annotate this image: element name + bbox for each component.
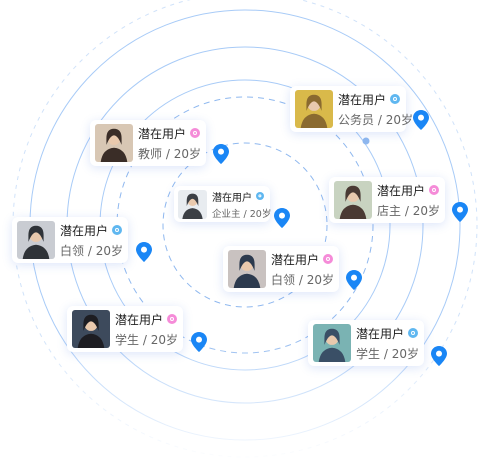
avatar [313, 324, 351, 362]
location-pin-icon[interactable] [213, 144, 229, 164]
user-meta: 店主 / 20岁 [377, 202, 440, 219]
avatar [334, 181, 372, 219]
location-pin-icon[interactable] [452, 202, 468, 222]
separator: / [139, 332, 151, 347]
orbit-dot [362, 137, 370, 145]
user-age: 20岁 [306, 272, 334, 287]
user-meta: 学生 / 20岁 [115, 331, 178, 348]
male-badge-icon [390, 94, 401, 104]
user-age: 20岁 [391, 346, 419, 361]
avatar [17, 221, 55, 259]
female-badge-icon [190, 128, 201, 138]
separator: / [162, 146, 174, 161]
separator: / [295, 272, 307, 287]
user-card[interactable]: 潜在用户教师 / 20岁 [90, 120, 206, 166]
user-age: 20岁 [385, 112, 413, 127]
user-card[interactable]: 潜在用户学生 / 20岁 [308, 320, 424, 366]
separator: / [380, 346, 392, 361]
user-role: 学生 [115, 332, 140, 347]
user-name: 潜在用户 [115, 312, 164, 327]
location-pin-icon[interactable] [413, 110, 429, 130]
location-pin-icon[interactable] [136, 242, 152, 262]
user-age: 20岁 [95, 243, 123, 258]
user-role: 公务员 [338, 112, 375, 127]
female-badge-icon [429, 185, 440, 195]
location-pin-icon[interactable] [274, 208, 290, 228]
male-badge-icon [408, 328, 419, 338]
user-name: 潜在用户 [356, 326, 405, 341]
location-pin-icon[interactable] [191, 332, 207, 352]
user-card[interactable]: 潜在用户白领 / 20岁 [223, 246, 339, 292]
user-card[interactable]: 潜在用户白领 / 20岁 [12, 217, 128, 263]
female-badge-icon [167, 314, 178, 324]
location-pin-icon[interactable] [431, 346, 447, 366]
user-card[interactable]: 潜在用户店主 / 20岁 [329, 177, 445, 223]
user-role: 企业主 [212, 208, 241, 220]
user-name: 潜在用户 [138, 126, 187, 141]
user-role: 学生 [356, 346, 381, 361]
separator: / [401, 203, 413, 218]
separator: / [240, 208, 250, 220]
user-age: 20岁 [150, 332, 178, 347]
location-pin-icon[interactable] [346, 270, 362, 290]
user-role: 教师 [138, 146, 163, 161]
user-name: 潜在用户 [212, 192, 252, 204]
avatar [178, 189, 207, 219]
user-meta: 白领 / 20岁 [60, 242, 123, 259]
user-role: 店主 [377, 203, 402, 218]
user-meta: 学生 / 20岁 [356, 345, 419, 362]
user-meta: 教师 / 20岁 [138, 145, 201, 162]
separator: / [84, 243, 96, 258]
avatar [295, 90, 333, 128]
user-age: 20岁 [173, 146, 201, 161]
user-name: 潜在用户 [338, 92, 387, 107]
user-name: 潜在用户 [377, 183, 426, 198]
user-card[interactable]: 潜在用户企业主 / 20岁 [174, 186, 271, 222]
user-role: 白领 [60, 243, 85, 258]
user-role: 白领 [271, 272, 296, 287]
user-card[interactable]: 潜在用户学生 / 20岁 [67, 306, 183, 352]
user-meta: 公务员 / 20岁 [338, 111, 413, 128]
user-age: 20岁 [249, 208, 272, 220]
user-age: 20岁 [412, 203, 440, 218]
avatar [95, 124, 133, 162]
male-badge-icon [256, 192, 264, 200]
female-badge-icon [323, 254, 334, 264]
separator: / [374, 112, 386, 127]
user-meta: 白领 / 20岁 [271, 271, 334, 288]
user-meta: 企业主 / 20岁 [212, 206, 271, 220]
male-badge-icon [112, 225, 123, 235]
user-name: 潜在用户 [271, 252, 320, 267]
avatar [228, 250, 266, 288]
user-card[interactable]: 潜在用户公务员 / 20岁 [290, 86, 413, 132]
user-name: 潜在用户 [60, 223, 109, 238]
avatar [72, 310, 110, 348]
